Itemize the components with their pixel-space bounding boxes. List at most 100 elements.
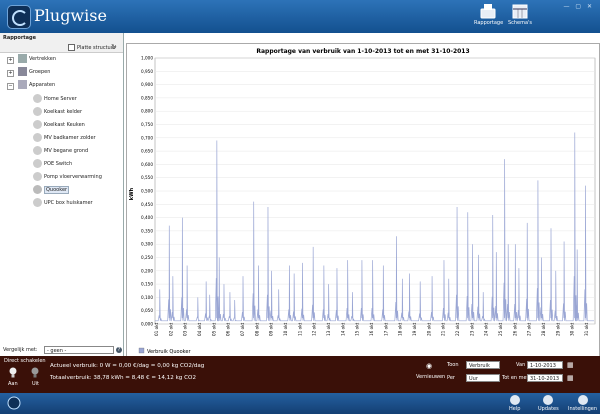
- x-tick-label: 18 okt: [398, 322, 403, 336]
- x-tick-label: 12 okt: [312, 322, 317, 336]
- expand-icon[interactable]: +: [7, 57, 14, 64]
- y-tick-label: 0,050: [141, 308, 153, 313]
- x-tick-label: 04 okt: [197, 322, 202, 336]
- y-tick-label: 0,800: [141, 109, 153, 114]
- y-tick-label: 0,250: [141, 255, 153, 260]
- x-tick-label: 23 okt: [469, 322, 474, 336]
- tree-item-poe-switch[interactable]: POE Switch: [33, 159, 72, 168]
- compare-select[interactable]: - geen -: [44, 346, 114, 354]
- calendar-tot-icon[interactable]: ▦: [567, 374, 574, 382]
- y-tick-label: 0,750: [141, 122, 153, 127]
- tree-item-mv-begane-grond[interactable]: MV begane grond: [33, 146, 88, 155]
- y-tick-label: 0,000: [141, 322, 153, 327]
- vernieuwen-label: Vernieuwen: [416, 374, 446, 380]
- x-tick-label: 16 okt: [369, 322, 374, 336]
- tree-item-pomp-vloerverwarming[interactable]: Pomp vloerverwarming: [33, 172, 102, 181]
- x-tick-label: 31 okt: [584, 322, 589, 336]
- left-panel: Rapportage Platte structuur ↻ + Vertrekk…: [0, 33, 124, 356]
- tree-item-apparaten[interactable]: Apparaten: [18, 80, 55, 89]
- help-icon[interactable]: ?: [116, 347, 122, 353]
- y-tick-label: 0,300: [141, 242, 153, 247]
- tree-item-upc-box-huiskamer[interactable]: UPC box huiskamer: [33, 198, 93, 207]
- x-tick-label: 26 okt: [512, 322, 517, 336]
- per-label: Per: [447, 375, 455, 381]
- x-tick-label: 14 okt: [340, 322, 345, 336]
- x-tick-label: 09 okt: [269, 322, 274, 336]
- refresh-icon[interactable]: ↻: [111, 43, 117, 51]
- x-tick-label: 27 okt: [527, 322, 532, 336]
- x-tick-label: 05 okt: [211, 322, 216, 336]
- x-tick-label: 19 okt: [412, 322, 417, 336]
- toon-select[interactable]: Verbruik: [466, 361, 500, 369]
- tot-en-met-date-input[interactable]: 31-10-2013: [527, 374, 563, 382]
- series-line: [155, 132, 594, 323]
- van-label: Van: [516, 362, 526, 368]
- y-tick-label: 0,400: [141, 215, 153, 220]
- schemas-button[interactable]: Schema's: [506, 3, 534, 26]
- chart-title: Rapportage van verbruik van 1-10-2013 to…: [256, 48, 469, 55]
- rapportage-button[interactable]: Rapportage: [474, 3, 504, 26]
- footer-bar: Help Updates Instellingen: [0, 393, 600, 414]
- collapse-icon[interactable]: −: [7, 83, 14, 90]
- groups-icon: [18, 67, 27, 76]
- y-tick-label: 0,550: [141, 175, 153, 180]
- help-button[interactable]: Help: [509, 395, 520, 412]
- settings-button[interactable]: Instellingen: [568, 395, 597, 412]
- x-tick-label: 21 okt: [441, 322, 446, 336]
- refresh-circle-icon[interactable]: ◉: [426, 362, 432, 370]
- x-tick-label: 02 okt: [168, 322, 173, 336]
- app-header: Plugwise Rapportage Schema's — ▢ ✕: [0, 0, 600, 33]
- tree-item-vertrekken[interactable]: Vertrekken: [18, 54, 56, 63]
- calendar-van-icon[interactable]: ▦: [567, 361, 574, 369]
- help-label: Help: [509, 406, 521, 412]
- schemas-label: Schema's: [507, 20, 533, 26]
- x-tick-label: 06 okt: [226, 322, 231, 336]
- van-date-input[interactable]: 1-10-2013: [527, 361, 563, 369]
- tree-item-groepen[interactable]: Groepen: [18, 67, 50, 76]
- bulb-on-icon[interactable]: [9, 367, 17, 379]
- x-tick-label: 17 okt: [383, 322, 388, 336]
- aan-label: Aan: [8, 381, 18, 387]
- plug-icon: [33, 172, 42, 181]
- per-select[interactable]: Uur: [466, 374, 500, 382]
- plug-icon: [33, 133, 42, 142]
- y-tick-label: 0,150: [141, 282, 153, 287]
- y-tick-label: 0,700: [141, 135, 153, 140]
- plug-icon: [33, 146, 42, 155]
- tree-item-home-server[interactable]: Home Server: [33, 94, 77, 103]
- flat-structure-checkbox[interactable]: Platte structuur: [68, 44, 116, 51]
- plug-icon: [33, 159, 42, 168]
- total-usage-text: Totaalverbruik: 38,78 kWh = 8,48 € = 14,…: [50, 375, 197, 381]
- y-tick-label: 0,500: [141, 189, 153, 194]
- y-tick-label: 0,950: [141, 69, 153, 74]
- updates-button[interactable]: Updates: [538, 395, 559, 412]
- left-panel-title: Rapportage: [3, 35, 37, 41]
- bottom-bar: Direct schakelen Aan Uit Actueel verbrui…: [0, 356, 600, 393]
- plugwise-footer-logo-icon: [7, 396, 21, 410]
- toon-label: Toon: [447, 362, 459, 368]
- tree-item-mv-badkamer-zolder[interactable]: MV badkamer zolder: [33, 133, 96, 142]
- x-tick-label: 20 okt: [426, 322, 431, 336]
- y-axis-label: kWh: [129, 187, 135, 200]
- y-tick-label: 1,000: [141, 56, 153, 61]
- tree-item-koelkast-kelder[interactable]: Koelkast kelder: [33, 107, 82, 116]
- x-tick-label: 01 okt: [154, 322, 159, 336]
- rapportage-label: Rapportage: [474, 20, 504, 26]
- legend-label: Verbruik Quooker: [147, 349, 191, 355]
- window-controls[interactable]: — ▢ ✕: [563, 3, 594, 10]
- tree-item-koelkast-keuken[interactable]: Koelkast Keuken: [33, 120, 85, 129]
- plugwise-logo-icon: [7, 5, 31, 29]
- y-tick-label: 0,600: [141, 162, 153, 167]
- tot-en-met-label: Tot en met: [502, 375, 529, 381]
- plug-icon: [33, 94, 42, 103]
- rooms-icon: [18, 54, 27, 63]
- tree-item-quooker[interactable]: Quooker: [33, 185, 70, 194]
- compare-row: Vergelijk met: - geen - ?: [0, 346, 123, 356]
- uit-label: Uit: [32, 381, 40, 387]
- plug-icon: [33, 120, 42, 129]
- calendar-icon: [512, 4, 528, 19]
- x-tick-label: 28 okt: [541, 322, 546, 336]
- x-tick-label: 30 okt: [570, 322, 575, 336]
- bulb-off-icon[interactable]: [31, 367, 39, 379]
- expand-icon[interactable]: +: [7, 70, 14, 77]
